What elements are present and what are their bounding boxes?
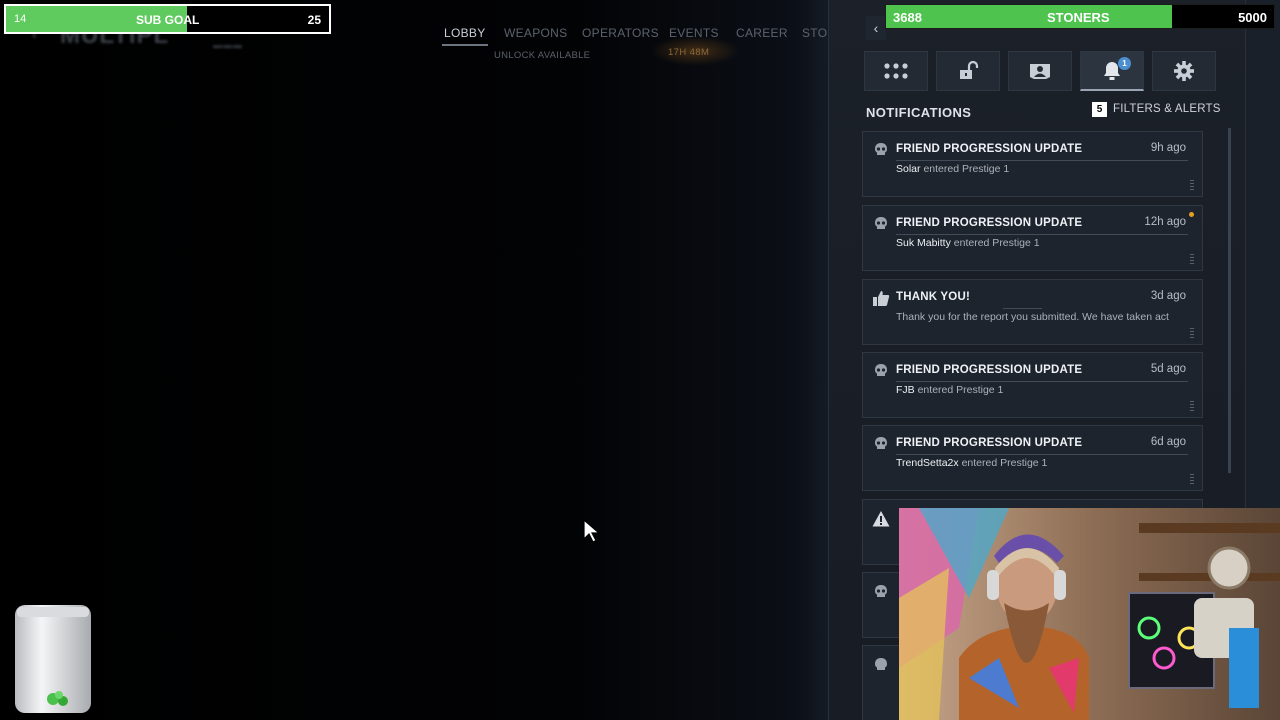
filters-count: 5: [1092, 101, 1107, 117]
notification-time: 12h ago: [1144, 216, 1186, 228]
stoners-goal-fill: [886, 5, 1173, 28]
notification-time: 5d ago: [1150, 363, 1186, 375]
tab-squad[interactable]: [1008, 51, 1072, 91]
tab-store[interactable]: STOR: [802, 26, 830, 40]
stoners-goal-current: 3688: [893, 10, 922, 25]
notification-title: FRIEND PROGRESSION UPDATE: [896, 217, 1083, 229]
notification-message: entered Prestige 1: [923, 163, 1010, 175]
skull-icon: [875, 364, 887, 376]
friend-name: Solar: [896, 163, 921, 175]
friend-name: TrendSetta2x: [896, 457, 959, 469]
tab-unlocks[interactable]: [936, 51, 1000, 91]
card-grip: [1190, 474, 1194, 484]
notification-card[interactable]: THANK YOU! 3d ago Thank you for the repo…: [862, 279, 1203, 345]
skull-icon: [875, 658, 887, 670]
notification-message: entered Prestige 1: [917, 384, 1004, 396]
card-grip: [1190, 401, 1194, 411]
notification-title: FRIEND PROGRESSION UPDATE: [896, 364, 1083, 376]
sub-goal-label: SUB GOAL: [136, 13, 200, 27]
notification-card[interactable]: FRIEND PROGRESSION UPDATE 5d ago FJB ent…: [862, 352, 1203, 418]
notification-divider: [896, 454, 1188, 455]
warning-icon: [872, 511, 890, 527]
tab-lobby[interactable]: LOBBY: [442, 26, 488, 46]
grid-dots-icon: [884, 63, 908, 79]
tab-notifications[interactable]: 1: [1080, 51, 1144, 91]
thumbs-up-icon: [873, 291, 890, 306]
notification-title: FRIEND PROGRESSION UPDATE: [896, 437, 1083, 449]
notification-title: FRIEND PROGRESSION UPDATE: [896, 143, 1083, 155]
mouse-cursor-icon: [583, 519, 601, 543]
collapse-panel-button[interactable]: ‹: [866, 16, 886, 40]
sub-goal-bar: 14 SUB GOAL 25: [4, 4, 331, 34]
notification-message: entered Prestige 1: [961, 457, 1048, 469]
notification-body: FJB entered Prestige 1: [896, 384, 1003, 396]
notification-message: Thank you for the report you submitted. …: [896, 311, 1169, 323]
notification-message: entered Prestige 1: [953, 237, 1040, 249]
tab-settings[interactable]: [1152, 51, 1216, 91]
unlock-available-label: UNLOCK AVAILABLE: [494, 50, 591, 61]
skull-icon: [875, 437, 887, 449]
notification-count-badge: 1: [1118, 57, 1131, 70]
skull-icon: [875, 585, 887, 597]
notification-divider: [896, 381, 1188, 382]
game-logo-subtext: ▬▬▬: [213, 40, 243, 50]
filters-alerts-button[interactable]: 5 FILTERS & ALERTS: [1092, 100, 1221, 118]
filters-label: FILTERS & ALERTS: [1113, 103, 1221, 115]
notifications-scrollbar[interactable]: [1228, 128, 1231, 473]
notification-divider: [896, 234, 1188, 235]
notification-time: 9h ago: [1150, 142, 1186, 154]
skull-icon: [875, 217, 887, 229]
squad-icon: [1030, 64, 1050, 79]
notification-body: Thank you for the report you submitted. …: [896, 311, 1169, 323]
card-grip: [1190, 180, 1194, 190]
notification-card[interactable]: FRIEND PROGRESSION UPDATE 6d ago TrendSe…: [862, 425, 1203, 491]
gear-icon: [1174, 61, 1194, 81]
sub-goal-target: 25: [307, 13, 321, 27]
notification-card[interactable]: FRIEND PROGRESSION UPDATE 9h ago Solar e…: [862, 131, 1203, 197]
tab-weapons[interactable]: WEAPONS: [504, 26, 567, 40]
tip-jar-widget: [13, 603, 93, 715]
notification-body: Solar entered Prestige 1: [896, 163, 1009, 175]
friend-name: Suk Mabitty: [896, 237, 951, 249]
notification-time: 3d ago: [1150, 290, 1186, 302]
sub-goal-current: 14: [14, 13, 27, 25]
notification-body: Suk Mabitty entered Prestige 1: [896, 237, 1040, 249]
card-grip: [1190, 328, 1194, 338]
card-grip: [1190, 254, 1194, 264]
stoners-goal-bar: 3688 STONERS 5000: [885, 4, 1275, 29]
notification-card[interactable]: FRIEND PROGRESSION UPDATE 12h ago Suk Ma…: [862, 205, 1203, 271]
tab-operators[interactable]: OPERATORS: [582, 26, 659, 40]
tip-jar-icon: [15, 605, 91, 713]
unread-dot: [1189, 212, 1194, 217]
notification-time: 6d ago: [1150, 436, 1186, 448]
event-timer: 17H 48M: [668, 47, 710, 58]
notification-divider: [896, 160, 1188, 161]
webcam-image: [899, 508, 1280, 720]
unlock-icon: [960, 60, 979, 79]
webcam-feed: [899, 508, 1280, 720]
stoners-goal-target: 5000: [1238, 10, 1267, 25]
friend-name: FJB: [896, 384, 915, 396]
stoners-goal-label: STONERS: [1047, 10, 1110, 25]
skull-icon: [875, 143, 887, 155]
tab-career[interactable]: CAREER: [736, 26, 788, 40]
chevron-left-icon: ‹: [873, 20, 879, 36]
notification-divider: [1003, 308, 1042, 309]
tab-menu[interactable]: [864, 51, 928, 91]
notification-body: TrendSetta2x entered Prestige 1: [896, 457, 1047, 469]
notifications-heading: NOTIFICATIONS: [866, 105, 972, 120]
notification-title: THANK YOU!: [896, 291, 970, 303]
